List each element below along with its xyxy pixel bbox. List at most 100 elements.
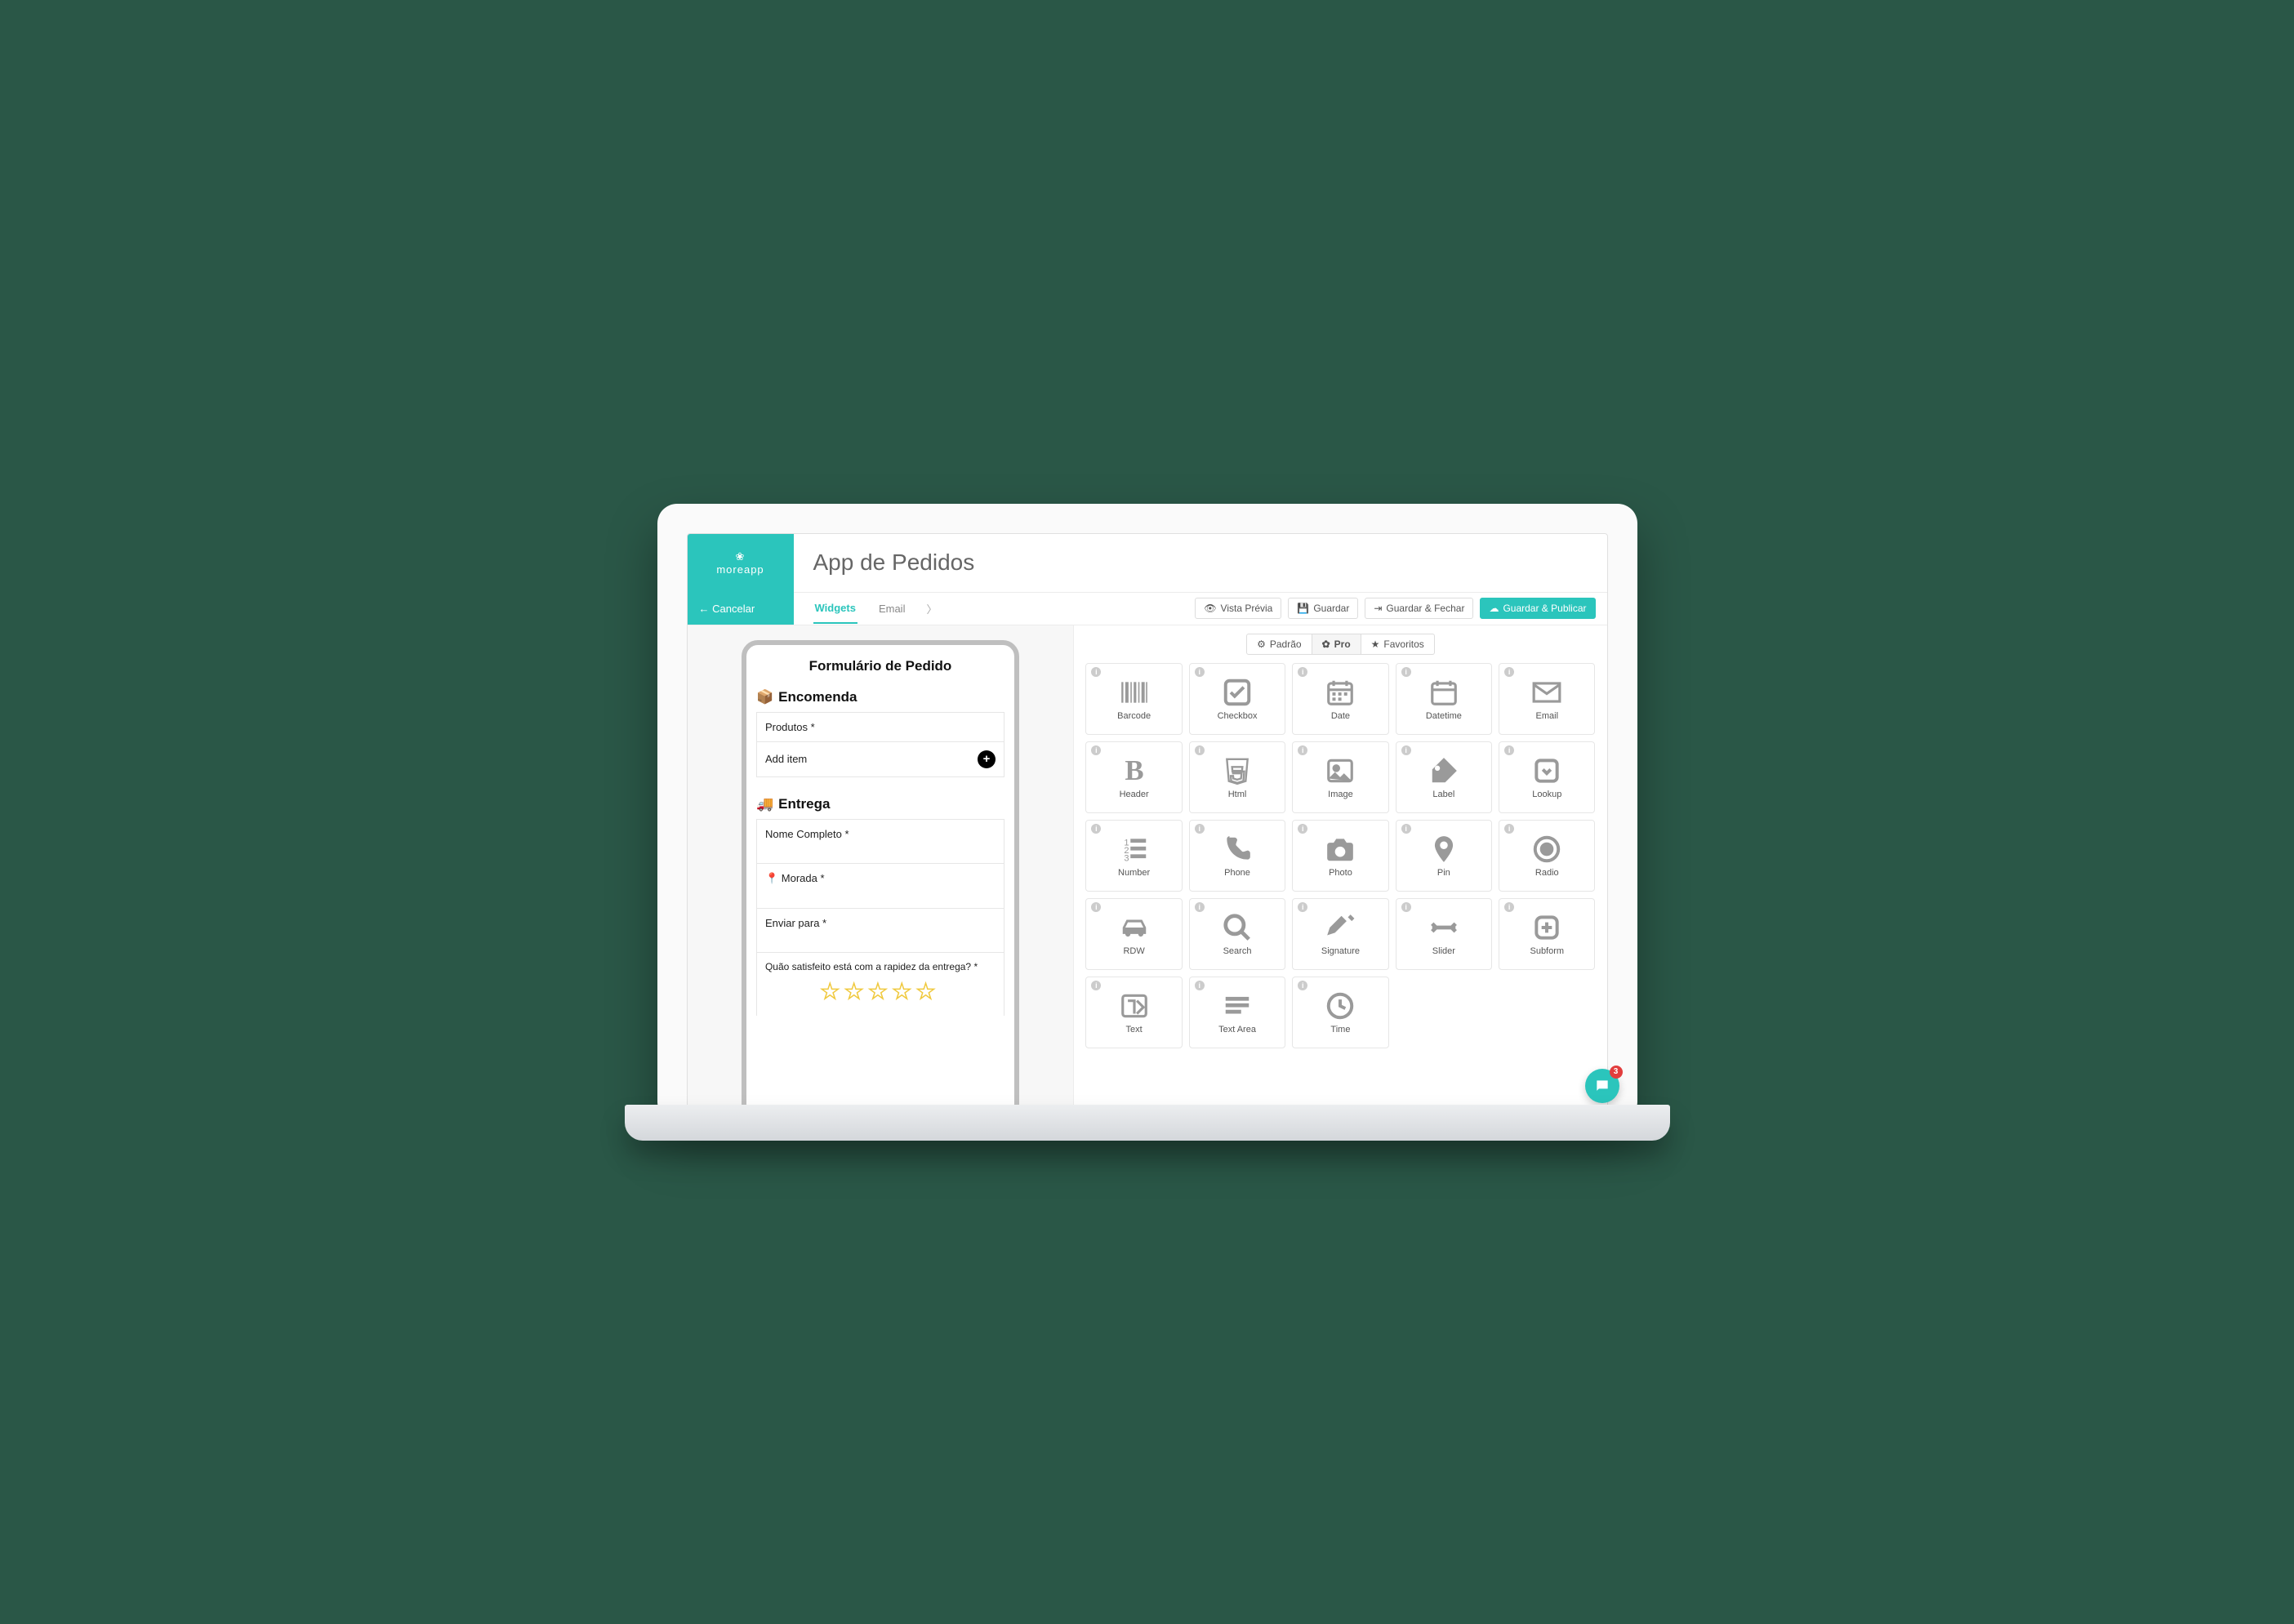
widget-email[interactable]: iEmail [1499,663,1595,735]
textarea-icon [1222,990,1253,1021]
rating-stars[interactable]: ★★★★★ [765,972,996,1008]
image-icon [1325,755,1356,786]
header-icon: B [1119,755,1150,786]
page-title: App de Pedidos [794,534,1607,592]
info-icon[interactable]: i [1504,902,1514,912]
save-publish-label: Guardar & Publicar [1503,603,1586,614]
star-icon[interactable]: ★ [844,979,868,1003]
save-close-button[interactable]: ⇥Guardar & Fechar [1365,598,1473,619]
fullname-field[interactable]: Nome Completo * [756,819,1004,864]
category-default-label: Padrão [1270,638,1302,650]
info-icon[interactable]: i [1091,902,1101,912]
info-icon[interactable]: i [1298,745,1307,755]
sendto-field[interactable]: Enviar para * [756,908,1004,953]
info-icon[interactable]: i [1401,902,1411,912]
widget-image[interactable]: iImage [1292,741,1388,813]
save-publish-button[interactable]: ☁Guardar & Publicar [1480,598,1595,619]
info-icon[interactable]: i [1091,745,1101,755]
phone-icon [1222,834,1253,865]
widget-subform[interactable]: iSubform [1499,898,1595,970]
sendto-label: Enviar para * [765,917,826,929]
widget-search[interactable]: iSearch [1189,898,1285,970]
info-icon[interactable]: i [1298,824,1307,834]
widget-label: Signature [1321,946,1360,956]
time-icon [1325,990,1356,1021]
tab-email[interactable]: Email [877,594,907,623]
widget-lookup[interactable]: i Lookup [1499,741,1595,813]
widget-text[interactable]: iText [1085,977,1182,1048]
info-icon[interactable]: i [1298,667,1307,677]
category-default[interactable]: ⚙Padrão [1246,634,1312,655]
star-icon[interactable]: ★ [916,979,940,1003]
leaf-icon: ❀ [736,550,746,563]
preview-button[interactable]: 👁Vista Prévia [1195,598,1281,619]
checkbox-icon [1222,677,1253,708]
widget-rdw[interactable]: iRDW [1085,898,1182,970]
widget-date[interactable]: i Date [1292,663,1388,735]
widget-label: Lookup [1532,790,1561,799]
cancel-button[interactable]: ← Cancelar [688,592,794,625]
star-icon[interactable]: ★ [821,979,844,1003]
action-buttons: 👁Vista Prévia 💾Guardar ⇥Guardar & Fechar… [1195,598,1606,619]
widget-html[interactable]: iHtml [1189,741,1285,813]
section-delivery: 🚚 Entrega [756,796,1004,812]
widget-checkbox[interactable]: iCheckbox [1189,663,1285,735]
info-icon[interactable]: i [1195,981,1205,990]
info-icon[interactable]: i [1195,745,1205,755]
widget-textarea[interactable]: i Text Area [1189,977,1285,1048]
info-icon[interactable]: i [1195,902,1205,912]
slider-icon [1428,912,1459,943]
info-icon[interactable]: i [1504,667,1514,677]
info-icon[interactable]: i [1298,981,1307,990]
save-label: Guardar [1313,603,1349,614]
laptop-frame: ❀ moreapp App de Pedidos ← Cancelar Widg… [657,504,1637,1121]
star-icon[interactable]: ★ [868,979,892,1003]
rdw-icon [1119,912,1150,943]
widget-time[interactable]: iTime [1292,977,1388,1048]
widget-pin[interactable]: i Pin [1396,820,1492,892]
widget-datetime[interactable]: iDatetime [1396,663,1492,735]
widget-signature[interactable]: i Signature [1292,898,1388,970]
star-icon[interactable]: ★ [893,979,916,1003]
chevron-right-icon[interactable]: 〉 [926,601,937,616]
save-button[interactable]: 💾Guardar [1288,598,1358,619]
info-icon[interactable]: i [1091,981,1101,990]
widget-grid: iBarcodeiCheckboxiDateiDatetimeiEmailiBH… [1085,663,1595,1048]
widget-barcode[interactable]: iBarcode [1085,663,1182,735]
svg-text:3: 3 [1124,853,1129,863]
arrow-left-icon: ← [699,603,713,615]
cancel-label: Cancelar [712,603,755,615]
info-icon[interactable]: i [1504,745,1514,755]
widget-radio[interactable]: iRadio [1499,820,1595,892]
add-item-row[interactable]: Add item + [756,741,1004,777]
info-icon[interactable]: i [1195,824,1205,834]
lookup-icon [1531,755,1562,786]
widget-slider[interactable]: iSlider [1396,898,1492,970]
info-icon[interactable]: i [1401,667,1411,677]
info-icon[interactable]: i [1401,824,1411,834]
truck-icon: 🚚 [756,796,773,812]
widget-photo[interactable]: iPhoto [1292,820,1388,892]
products-label: Produtos * [756,712,1004,742]
widget-label[interactable]: iLabel [1396,741,1492,813]
photo-icon [1325,834,1356,865]
category-pro[interactable]: ✿Pro [1312,634,1361,655]
info-icon[interactable]: i [1401,745,1411,755]
info-icon[interactable]: i [1504,824,1514,834]
widget-label: Text Area [1218,1025,1256,1034]
widget-label: Pin [1437,868,1450,878]
widget-phone[interactable]: iPhone [1189,820,1285,892]
info-icon[interactable]: i [1091,824,1101,834]
info-icon[interactable]: i [1298,902,1307,912]
widget-label: Date [1331,711,1350,721]
category-favorites[interactable]: ★Favoritos [1361,634,1435,655]
info-icon[interactable]: i [1195,667,1205,677]
label-icon [1428,755,1459,786]
address-field[interactable]: 📍 Morada * [756,863,1004,909]
widget-header[interactable]: iBHeader [1085,741,1182,813]
fullname-label: Nome Completo * [765,828,849,840]
brand-logo[interactable]: ❀ moreapp [688,534,794,592]
widget-number[interactable]: i123Number [1085,820,1182,892]
info-icon[interactable]: i [1091,667,1101,677]
tab-widgets[interactable]: Widgets [813,594,857,624]
